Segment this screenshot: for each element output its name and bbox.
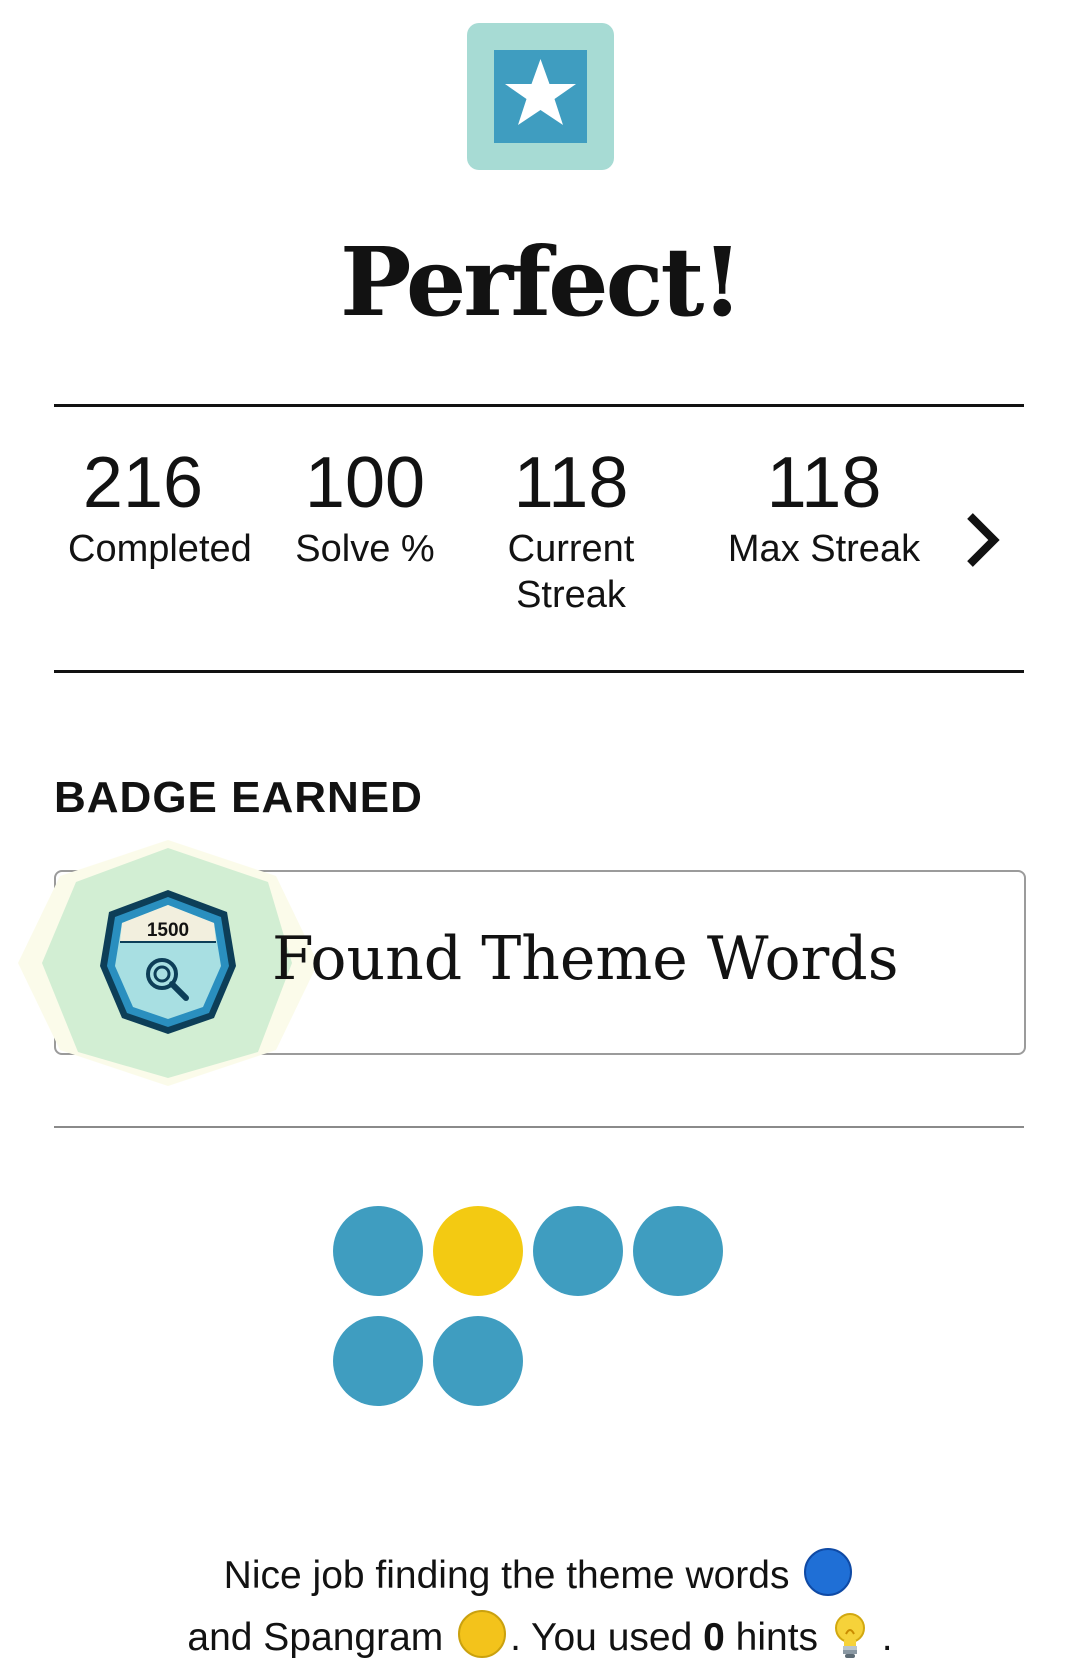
page-title: Perfect!: [339, 227, 743, 338]
stats-top-divider: [54, 404, 1024, 407]
message-text: and Spangram: [187, 1616, 444, 1659]
stats-bottom-divider: [54, 670, 1024, 673]
top-cropped-text: [670, 0, 1040, 4]
message-text: hints: [735, 1616, 819, 1659]
theme-word-dot: [433, 1316, 523, 1406]
stat-value: 118: [766, 443, 882, 523]
badge-name: Found Theme Words: [272, 924, 899, 994]
stat-value: 216: [82, 443, 204, 523]
lightbulb-icon: [834, 1613, 865, 1658]
stat-label: Max Streak: [727, 528, 921, 570]
stat-solve-percent: 100 Solve %: [290, 440, 440, 572]
message-line-1: Nice job finding the theme words: [0, 1545, 1080, 1607]
star-icon: [505, 59, 576, 125]
stat-value: 118: [513, 443, 629, 523]
section-heading-badge: BADGE EARNED: [54, 773, 423, 822]
stat-max-streak: 118 Max Streak: [709, 440, 939, 572]
hero-badge: [467, 23, 614, 170]
theme-word-dot-icon: [804, 1548, 853, 1596]
spangram-dot: [433, 1206, 523, 1296]
stat-current-streak: 118 Current Streak: [496, 440, 646, 618]
theme-word-dot: [333, 1316, 423, 1406]
badge-count: 1500: [147, 920, 189, 941]
message-line-2: and Spangram . You used 0 hints .: [0, 1607, 1080, 1669]
stat-completed: 216 Completed: [68, 440, 252, 572]
badge-bottom-divider: [54, 1126, 1024, 1128]
stat-label: Current Streak: [507, 528, 635, 616]
theme-word-dot: [333, 1206, 423, 1296]
message-text: .: [881, 1616, 893, 1659]
message-text: Nice job finding the theme words: [223, 1554, 790, 1597]
chevron-right-icon[interactable]: [960, 508, 1004, 572]
hints-count: 0: [703, 1616, 725, 1659]
result-message: Nice job finding the theme words and Spa…: [0, 1545, 1080, 1669]
theme-word-dot: [633, 1206, 723, 1296]
message-text: . You used: [510, 1616, 693, 1659]
stats-row[interactable]: 216 Completed 100 Solve % 118 Current St…: [54, 440, 1024, 640]
stat-label: Completed: [68, 528, 252, 570]
theme-word-dot: [533, 1206, 623, 1296]
stat-label: Solve %: [295, 528, 435, 570]
stat-value: 100: [304, 443, 426, 523]
spangram-dot-icon: [458, 1610, 507, 1658]
